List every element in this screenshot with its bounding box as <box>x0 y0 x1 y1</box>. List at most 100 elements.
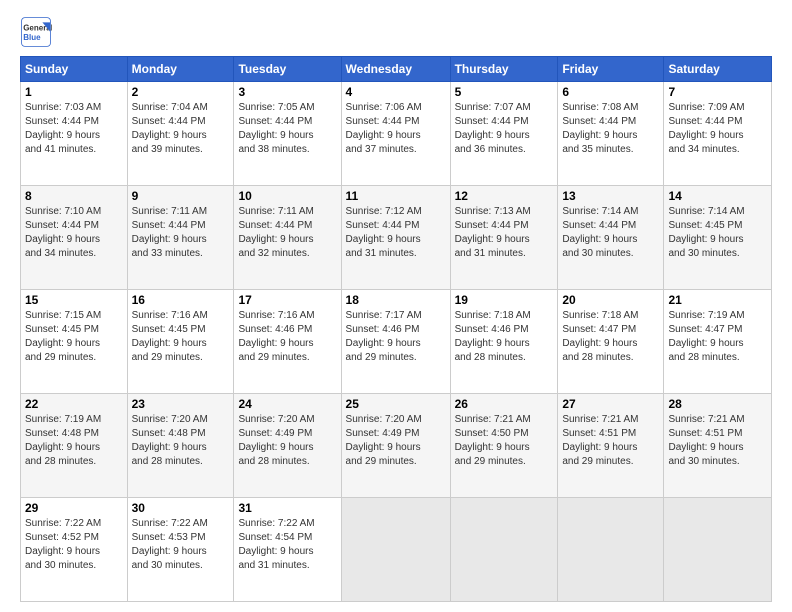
calendar-cell <box>558 498 664 602</box>
calendar-cell: 29 Sunrise: 7:22 AM Sunset: 4:52 PM Dayli… <box>21 498 128 602</box>
calendar-cell: 16 Sunrise: 7:16 AM Sunset: 4:45 PM Dayli… <box>127 290 234 394</box>
calendar-cell: 1Sunrise: 7:03 AM Sunset: 4:44 PM Daylig… <box>21 82 128 186</box>
day-number: 15 <box>25 293 123 307</box>
day-info: Sunrise: 7:20 AM Sunset: 4:48 PM Dayligh… <box>132 413 230 469</box>
day-number: 26 <box>455 397 554 411</box>
day-info: Sunrise: 7:17 AM Sunset: 4:46 PM Dayligh… <box>346 309 446 365</box>
day-info: Sunrise: 7:06 AM Sunset: 4:44 PM Dayligh… <box>346 101 446 157</box>
calendar-cell: 20Sunrise: 7:18 AM Sunset: 4:47 PM Dayli… <box>558 290 664 394</box>
calendar-cell: 11 Sunrise: 7:12 AM Sunset: 4:44 PM Dayli… <box>341 186 450 290</box>
day-number: 17 <box>238 293 336 307</box>
calendar-cell: 24 Sunrise: 7:20 AM Sunset: 4:49 PM Dayli… <box>234 394 341 498</box>
day-number: 27 <box>562 397 659 411</box>
calendar-cell: 5 Sunrise: 7:07 AM Sunset: 4:44 PM Daylig… <box>450 82 558 186</box>
calendar-cell: 12 Sunrise: 7:13 AM Sunset: 4:44 PM Dayli… <box>450 186 558 290</box>
day-info: Sunrise: 7:18 AM Sunset: 4:46 PM Dayligh… <box>455 309 554 365</box>
day-info: Sunrise: 7:19 AM Sunset: 4:47 PM Dayligh… <box>668 309 767 365</box>
day-info: Sunrise: 7:11 AM Sunset: 4:44 PM Dayligh… <box>132 205 230 261</box>
calendar-week-3: 15Sunrise: 7:15 AM Sunset: 4:45 PM Dayli… <box>21 290 772 394</box>
day-info: Sunrise: 7:21 AM Sunset: 4:51 PM Dayligh… <box>668 413 767 469</box>
logo-icon: General Blue <box>20 16 52 48</box>
calendar-cell: 18 Sunrise: 7:17 AM Sunset: 4:46 PM Dayli… <box>341 290 450 394</box>
day-info: Sunrise: 7:18 AM Sunset: 4:47 PM Dayligh… <box>562 309 659 365</box>
day-info: Sunrise: 7:16 AM Sunset: 4:46 PM Dayligh… <box>238 309 336 365</box>
day-info: Sunrise: 7:05 AM Sunset: 4:44 PM Dayligh… <box>238 101 336 157</box>
calendar-cell: 22 Sunrise: 7:19 AM Sunset: 4:48 PM Dayli… <box>21 394 128 498</box>
calendar-cell: 25 Sunrise: 7:20 AM Sunset: 4:49 PM Dayli… <box>341 394 450 498</box>
day-info: Sunrise: 7:22 AM Sunset: 4:54 PM Dayligh… <box>238 517 336 573</box>
day-header-wednesday: Wednesday <box>341 57 450 82</box>
calendar-cell: 31 Sunrise: 7:22 AM Sunset: 4:54 PM Dayli… <box>234 498 341 602</box>
day-number: 5 <box>455 85 554 99</box>
day-info: Sunrise: 7:13 AM Sunset: 4:44 PM Dayligh… <box>455 205 554 261</box>
calendar-cell: 3 Sunrise: 7:05 AM Sunset: 4:44 PM Daylig… <box>234 82 341 186</box>
day-header-sunday: Sunday <box>21 57 128 82</box>
day-number: 21 <box>668 293 767 307</box>
day-info: Sunrise: 7:12 AM Sunset: 4:44 PM Dayligh… <box>346 205 446 261</box>
day-header-friday: Friday <box>558 57 664 82</box>
day-info: Sunrise: 7:04 AM Sunset: 4:44 PM Dayligh… <box>132 101 230 157</box>
day-number: 18 <box>346 293 446 307</box>
calendar-cell: 26Sunrise: 7:21 AM Sunset: 4:50 PM Dayli… <box>450 394 558 498</box>
calendar-week-5: 29 Sunrise: 7:22 AM Sunset: 4:52 PM Dayli… <box>21 498 772 602</box>
day-info: Sunrise: 7:07 AM Sunset: 4:44 PM Dayligh… <box>455 101 554 157</box>
day-info: Sunrise: 7:14 AM Sunset: 4:44 PM Dayligh… <box>562 205 659 261</box>
page: General Blue SundayMondayTuesdayWednesda… <box>0 0 792 612</box>
day-header-saturday: Saturday <box>664 57 772 82</box>
calendar-table: SundayMondayTuesdayWednesdayThursdayFrid… <box>20 56 772 602</box>
calendar-cell: 17 Sunrise: 7:16 AM Sunset: 4:46 PM Dayli… <box>234 290 341 394</box>
day-number: 23 <box>132 397 230 411</box>
day-info: Sunrise: 7:03 AM Sunset: 4:44 PM Dayligh… <box>25 101 123 157</box>
calendar-cell <box>341 498 450 602</box>
day-info: Sunrise: 7:11 AM Sunset: 4:44 PM Dayligh… <box>238 205 336 261</box>
day-number: 19 <box>455 293 554 307</box>
day-number: 3 <box>238 85 336 99</box>
day-number: 9 <box>132 189 230 203</box>
calendar-cell: 2Sunrise: 7:04 AM Sunset: 4:44 PM Daylig… <box>127 82 234 186</box>
day-info: Sunrise: 7:14 AM Sunset: 4:45 PM Dayligh… <box>668 205 767 261</box>
day-number: 11 <box>346 189 446 203</box>
day-info: Sunrise: 7:09 AM Sunset: 4:44 PM Dayligh… <box>668 101 767 157</box>
calendar-cell: 21 Sunrise: 7:19 AM Sunset: 4:47 PM Dayli… <box>664 290 772 394</box>
calendar-cell: 19 Sunrise: 7:18 AM Sunset: 4:46 PM Dayli… <box>450 290 558 394</box>
day-info: Sunrise: 7:20 AM Sunset: 4:49 PM Dayligh… <box>346 413 446 469</box>
day-number: 8 <box>25 189 123 203</box>
svg-text:Blue: Blue <box>23 33 41 42</box>
day-number: 14 <box>668 189 767 203</box>
calendar-week-2: 8Sunrise: 7:10 AM Sunset: 4:44 PM Daylig… <box>21 186 772 290</box>
calendar-cell: 14 Sunrise: 7:14 AM Sunset: 4:45 PM Dayli… <box>664 186 772 290</box>
day-number: 28 <box>668 397 767 411</box>
day-info: Sunrise: 7:19 AM Sunset: 4:48 PM Dayligh… <box>25 413 123 469</box>
calendar-header-row: SundayMondayTuesdayWednesdayThursdayFrid… <box>21 57 772 82</box>
calendar-cell: 23 Sunrise: 7:20 AM Sunset: 4:48 PM Dayli… <box>127 394 234 498</box>
calendar-cell: 15Sunrise: 7:15 AM Sunset: 4:45 PM Dayli… <box>21 290 128 394</box>
day-number: 16 <box>132 293 230 307</box>
day-number: 24 <box>238 397 336 411</box>
calendar-cell <box>450 498 558 602</box>
calendar-cell: 7 Sunrise: 7:09 AM Sunset: 4:44 PM Daylig… <box>664 82 772 186</box>
calendar-cell: 4 Sunrise: 7:06 AM Sunset: 4:44 PM Daylig… <box>341 82 450 186</box>
day-number: 4 <box>346 85 446 99</box>
day-number: 25 <box>346 397 446 411</box>
day-number: 22 <box>25 397 123 411</box>
day-header-thursday: Thursday <box>450 57 558 82</box>
day-header-tuesday: Tuesday <box>234 57 341 82</box>
day-number: 31 <box>238 501 336 515</box>
day-info: Sunrise: 7:20 AM Sunset: 4:49 PM Dayligh… <box>238 413 336 469</box>
calendar-cell <box>664 498 772 602</box>
calendar-cell: 10 Sunrise: 7:11 AM Sunset: 4:44 PM Dayli… <box>234 186 341 290</box>
day-number: 29 <box>25 501 123 515</box>
calendar-cell: 30Sunrise: 7:22 AM Sunset: 4:53 PM Dayli… <box>127 498 234 602</box>
calendar-week-1: 1Sunrise: 7:03 AM Sunset: 4:44 PM Daylig… <box>21 82 772 186</box>
day-number: 12 <box>455 189 554 203</box>
day-number: 10 <box>238 189 336 203</box>
calendar-cell: 9 Sunrise: 7:11 AM Sunset: 4:44 PM Daylig… <box>127 186 234 290</box>
day-number: 7 <box>668 85 767 99</box>
day-header-monday: Monday <box>127 57 234 82</box>
day-info: Sunrise: 7:16 AM Sunset: 4:45 PM Dayligh… <box>132 309 230 365</box>
logo: General Blue <box>20 16 52 48</box>
day-info: Sunrise: 7:08 AM Sunset: 4:44 PM Dayligh… <box>562 101 659 157</box>
day-number: 6 <box>562 85 659 99</box>
day-info: Sunrise: 7:22 AM Sunset: 4:52 PM Dayligh… <box>25 517 123 573</box>
header: General Blue <box>20 16 772 48</box>
